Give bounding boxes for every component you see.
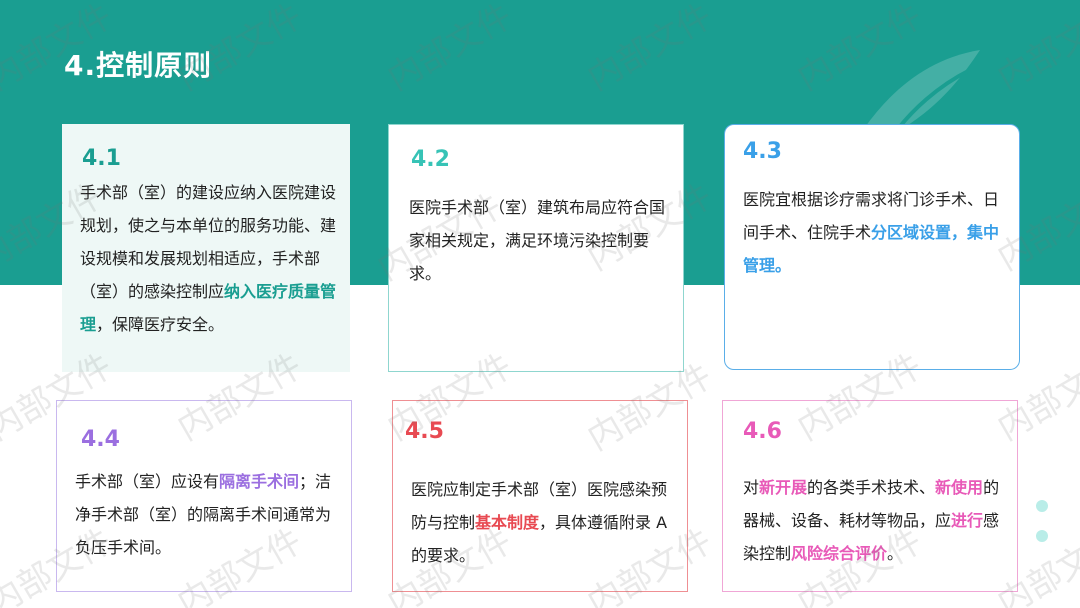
- card-number: 4.1: [82, 146, 121, 171]
- highlight-text: 进行: [951, 511, 984, 530]
- card-4-3: 4.3 医院宜根据诊疗需求将门诊手术、日间手术、住院手术分区域设置，集中管理。: [724, 124, 1020, 370]
- card-4-4: 4.4 手术部（室）应设有隔离手术间；洁净手术部（室）的隔离手术间通常为负压手术…: [56, 400, 352, 592]
- card-4-6: 4.6 对新开展的各类手术技术、新使用的器械、设备、耗材等物品，应进行感染控制风…: [722, 400, 1018, 592]
- card-4-2: 4.2 医院手术部（室）建筑布局应符合国家相关规定，满足环境污染控制要求。: [388, 124, 684, 372]
- page-title: 4.控制原则: [64, 49, 213, 82]
- card-text: 对新开展的各类手术技术、新使用的器械、设备、耗材等物品，应进行感染控制风险综合评…: [743, 478, 1000, 563]
- decorative-dots: [1036, 500, 1048, 560]
- card-text: 医院手术部（室）建筑布局应符合国家相关规定，满足环境污染控制要求。: [409, 198, 666, 283]
- highlight-text: 风险综合评价: [791, 544, 888, 563]
- highlight-text: 新开展: [759, 478, 808, 497]
- card-text: 医院应制定手术部（室）医院感染预防与控制基本制度，具体遵循附录 A 的要求。: [411, 480, 668, 565]
- card-4-5: 4.5 医院应制定手术部（室）医院感染预防与控制基本制度，具体遵循附录 A 的要…: [392, 400, 688, 592]
- card-number: 4.3: [743, 139, 782, 164]
- highlight-text: 隔离手术间: [219, 472, 300, 491]
- dot-icon: [1036, 500, 1048, 512]
- dot-icon: [1036, 530, 1048, 542]
- card-4-1: 4.1 手术部（室）的建设应纳入医院建设规划，使之与本单位的服务功能、建设规模和…: [62, 124, 350, 372]
- highlight-text: 新使用: [935, 478, 984, 497]
- card-number: 4.6: [743, 419, 782, 444]
- card-text: 手术部（室）的建设应纳入医院建设规划，使之与本单位的服务功能、建设规模和发展规划…: [80, 183, 337, 334]
- highlight-text: 基本制度: [475, 513, 540, 532]
- card-number: 4.5: [405, 419, 444, 444]
- card-text: 手术部（室）应设有隔离手术间；洁净手术部（室）的隔离手术间通常为负压手术间。: [75, 472, 332, 557]
- card-number: 4.2: [411, 147, 450, 172]
- card-number: 4.4: [81, 427, 120, 452]
- card-text: 医院宜根据诊疗需求将门诊手术、日间手术、住院手术分区域设置，集中管理。: [743, 190, 1000, 275]
